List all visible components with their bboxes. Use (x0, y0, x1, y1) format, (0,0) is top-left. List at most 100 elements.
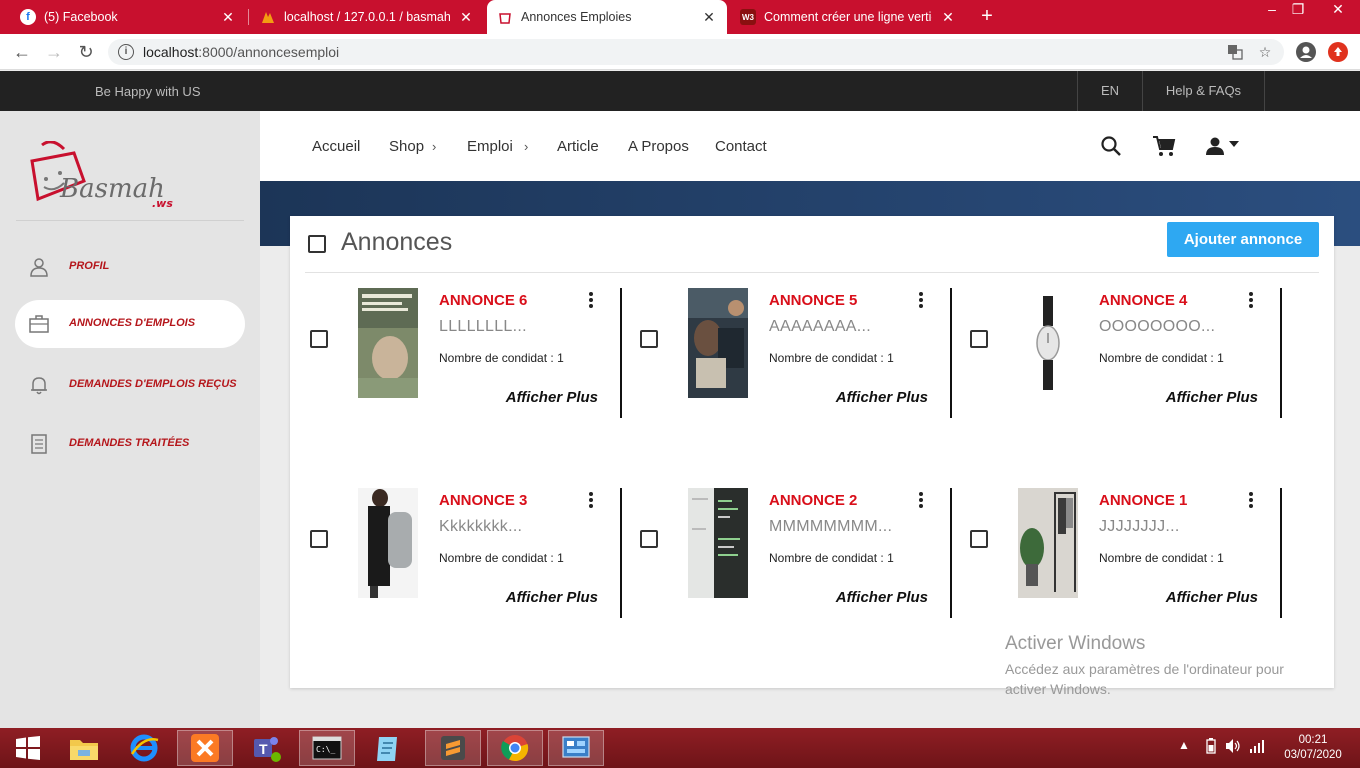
file-explorer-icon[interactable] (56, 730, 112, 766)
cart-icon[interactable] (1152, 135, 1176, 162)
svg-text:T: T (259, 741, 268, 757)
annonce-title[interactable]: ANNONCE 4 (1099, 292, 1187, 309)
nav-contact[interactable]: Contact (715, 138, 767, 155)
bookmark-star-icon[interactable]: ☆ (1256, 44, 1274, 60)
annonce-checkbox[interactable] (970, 330, 988, 348)
update-icon[interactable] (1328, 42, 1348, 62)
more-options-icon[interactable] (916, 492, 926, 510)
volume-icon[interactable] (1225, 738, 1241, 757)
annonce-title[interactable]: ANNONCE 6 (439, 292, 527, 309)
annonce-title[interactable]: ANNONCE 1 (1099, 492, 1187, 509)
browser-tab-phpmyadmin[interactable]: localhost / 127.0.0.1 / basmahws ✕ (250, 0, 484, 34)
reload-button[interactable]: ↻ (74, 40, 98, 64)
sidebar-item-demandes-traitees[interactable]: DEMANDES TRAITÉES (15, 420, 245, 468)
url-host: localhost (143, 44, 199, 60)
restore-button[interactable]: ❐ (1278, 0, 1318, 20)
close-window-button[interactable]: ✕ (1318, 0, 1358, 20)
facebook-icon: f (20, 9, 36, 25)
nav-a-propos[interactable]: A Propos (628, 138, 689, 155)
afficher-plus-link[interactable]: Afficher Plus (820, 589, 928, 606)
close-tab-icon[interactable]: ✕ (220, 9, 236, 26)
back-button[interactable]: ← (10, 40, 34, 64)
annonce-checkbox[interactable] (640, 330, 658, 348)
document-icon (29, 434, 49, 454)
poster-image[interactable] (358, 288, 418, 398)
annonce-title[interactable]: ANNONCE 5 (769, 292, 857, 309)
more-options-icon[interactable] (586, 492, 596, 510)
more-options-icon[interactable] (1246, 492, 1256, 510)
svg-text:C:\_: C:\_ (316, 745, 335, 754)
url-input[interactable]: i localhost:8000/annoncesemploi ☆ (108, 39, 1284, 65)
control-panel-icon[interactable] (548, 730, 604, 766)
nav-article[interactable]: Article (557, 138, 599, 155)
sidebar-item-label: DEMANDES D'EMPLOIS REÇUS (69, 378, 237, 390)
annonce-card: ANNONCE 3 Kkkkkkkk... Nombre de condidat… (290, 488, 622, 618)
afficher-plus-link[interactable]: Afficher Plus (820, 389, 928, 406)
basmah-logo[interactable]: Basmah .ws (24, 140, 184, 221)
backpack-image[interactable] (358, 488, 418, 598)
internet-explorer-icon[interactable] (116, 730, 172, 766)
battery-icon[interactable] (1206, 738, 1216, 757)
more-options-icon[interactable] (1246, 292, 1256, 310)
close-tab-icon[interactable]: ✕ (458, 9, 474, 26)
watermark-text: Accédez aux paramètres de l'ordinateur p… (1005, 661, 1284, 697)
clothes-rack-image[interactable] (1018, 488, 1078, 598)
annonce-description: JJJJJJJJ... (1099, 518, 1180, 535)
annonce-card: ANNONCE 2 MMMMMMMM... Nombre de condidat… (620, 488, 952, 618)
browser-tab-w3schools[interactable]: W3 Comment créer une ligne verticale ✕ (730, 0, 966, 34)
afficher-plus-link[interactable]: Afficher Plus (1150, 389, 1258, 406)
afficher-plus-link[interactable]: Afficher Plus (490, 589, 598, 606)
notepad-icon[interactable] (360, 730, 416, 766)
new-tab-button[interactable]: + (976, 5, 998, 27)
command-prompt-icon[interactable]: C:\_ (299, 730, 355, 766)
forward-button[interactable]: → (42, 40, 66, 64)
add-annonce-button[interactable]: Ajouter annonce (1167, 222, 1319, 257)
xampp-icon[interactable] (177, 730, 233, 766)
browser-tab-annonces[interactable]: Annonces Emploies ✕ (487, 0, 727, 34)
code-screen-image[interactable] (688, 488, 748, 598)
help-faqs-link[interactable]: Help & FAQs (1143, 71, 1265, 111)
nav-emploi[interactable]: Emploi (467, 138, 513, 155)
annonce-candidate-count: Nombre de condidat : 1 (439, 551, 564, 565)
translate-icon[interactable] (1226, 44, 1244, 60)
info-icon[interactable]: i (118, 44, 134, 60)
annonce-checkbox[interactable] (310, 530, 328, 548)
annonce-title[interactable]: ANNONCE 3 (439, 492, 527, 509)
annonce-card: ANNONCE 5 AAAAAAAA... Nombre de condidat… (620, 288, 952, 418)
annonce-title[interactable]: ANNONCE 2 (769, 492, 857, 509)
annonce-checkbox[interactable] (310, 330, 328, 348)
network-icon[interactable] (1249, 738, 1265, 757)
search-icon[interactable] (1100, 135, 1122, 162)
nav-shop[interactable]: Shop (389, 138, 424, 155)
start-button[interactable] (0, 730, 56, 766)
more-options-icon[interactable] (916, 292, 926, 310)
sublime-text-icon[interactable] (425, 730, 481, 766)
teams-icon[interactable]: T (238, 730, 294, 766)
chrome-icon[interactable] (487, 730, 543, 766)
nav-accueil[interactable]: Accueil (312, 138, 360, 155)
clock-time: 00:21 (1298, 734, 1328, 746)
office-image[interactable] (688, 288, 748, 398)
show-hidden-icons[interactable]: ▲ (1178, 738, 1190, 752)
browser-tab-facebook[interactable]: f (5) Facebook ✕ (10, 0, 246, 34)
afficher-plus-link[interactable]: Afficher Plus (1150, 589, 1258, 606)
watch-image[interactable] (1018, 288, 1078, 398)
select-all-checkbox[interactable] (308, 235, 326, 253)
afficher-plus-link[interactable]: Afficher Plus (490, 389, 598, 406)
sidebar-item-annonces[interactable]: ANNONCES D'EMPLOIS (15, 300, 245, 348)
annonce-checkbox[interactable] (970, 530, 988, 548)
svg-text:.ws: .ws (152, 197, 173, 210)
taskbar-clock[interactable]: 00:21 03/07/2020 (1282, 733, 1344, 763)
close-tab-icon[interactable]: ✕ (701, 9, 717, 26)
profile-icon[interactable] (1296, 42, 1316, 62)
sidebar-item-profil[interactable]: PROFIL (15, 243, 245, 291)
account-dropdown-icon[interactable] (1204, 135, 1240, 162)
more-options-icon[interactable] (586, 292, 596, 310)
close-tab-icon[interactable]: ✕ (940, 9, 956, 26)
sidebar-item-demandes-recus[interactable]: DEMANDES D'EMPLOIS REÇUS (15, 361, 245, 409)
language-switch[interactable]: EN (1077, 71, 1143, 111)
annonce-description: Kkkkkkkk... (439, 518, 523, 535)
url-path: :8000/annoncesemploi (198, 44, 340, 60)
annonce-checkbox[interactable] (640, 530, 658, 548)
annonces-card: Annonces Ajouter annonce ANNONCE 6 LLLLL… (290, 216, 1334, 688)
